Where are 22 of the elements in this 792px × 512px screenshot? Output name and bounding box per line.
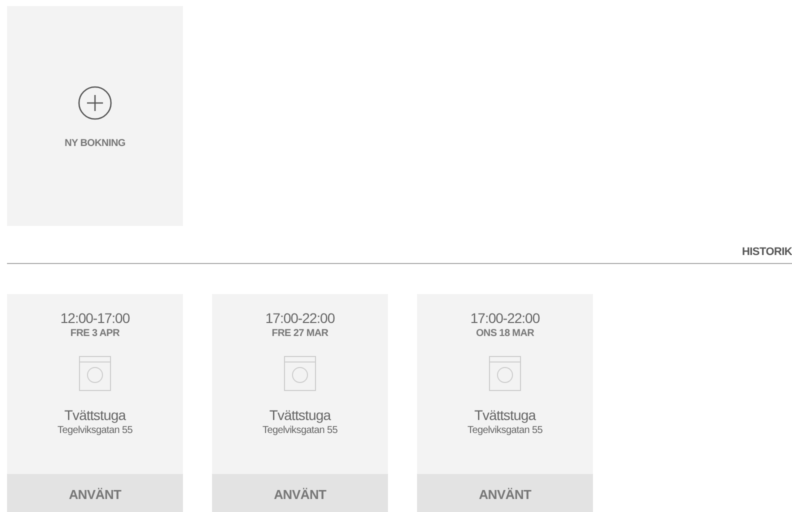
- booking-status: ANVÄNT: [417, 474, 593, 512]
- booking-time: 17:00-22:00: [265, 310, 335, 326]
- washing-machine-icon: [79, 356, 111, 391]
- new-booking-card[interactable]: NY BOKNING: [7, 6, 183, 226]
- booking-status: ANVÄNT: [212, 474, 388, 512]
- booking-address: Tegelviksgatan 55: [262, 425, 338, 436]
- booking-place: Tvättstuga: [269, 407, 331, 423]
- washing-machine-icon: [284, 356, 316, 391]
- washing-machine-icon: [489, 356, 521, 391]
- booking-status: ANVÄNT: [7, 474, 183, 512]
- add-icon: [78, 86, 112, 120]
- booking-place: Tvättstuga: [474, 407, 536, 423]
- booking-place: Tvättstuga: [64, 407, 126, 423]
- booking-date: FRE 3 APR: [70, 328, 120, 339]
- booking-time: 17:00-22:00: [470, 310, 540, 326]
- booking-time: 12:00-17:00: [60, 310, 130, 326]
- booking-address: Tegelviksgatan 55: [468, 425, 542, 436]
- new-booking-label: NY BOKNING: [64, 138, 126, 149]
- booking-date: FRE 27 MAR: [272, 328, 328, 339]
- booking-address: Tegelviksgatan 55: [58, 425, 132, 436]
- history-heading: HISTORIK: [742, 246, 792, 258]
- booking-date: ONS 18 MAR: [476, 328, 534, 339]
